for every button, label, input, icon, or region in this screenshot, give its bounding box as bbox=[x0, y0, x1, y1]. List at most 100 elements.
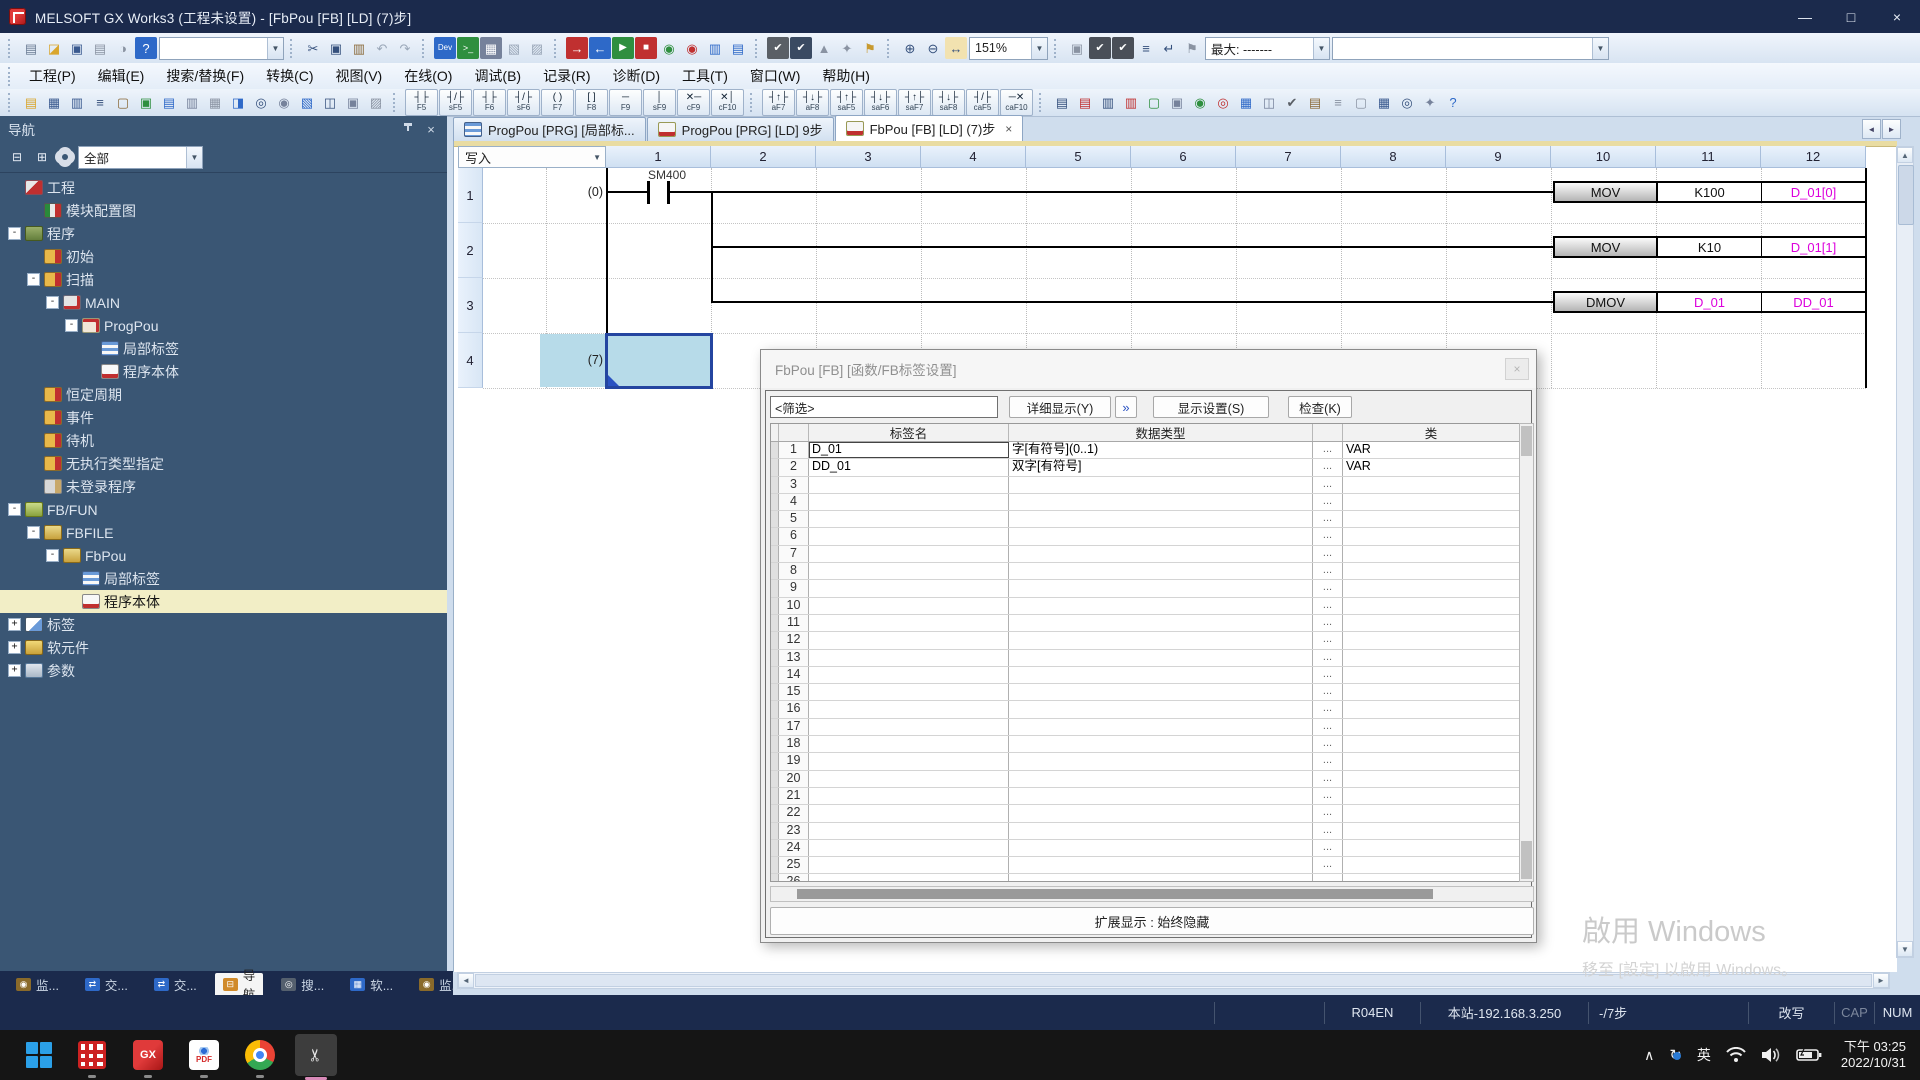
menu-item[interactable]: 搜索/替换(F) bbox=[155, 63, 255, 89]
dialog-vertical-scrollbar[interactable] bbox=[1519, 423, 1534, 882]
menu-item[interactable]: 工程(P) bbox=[18, 63, 87, 89]
label-name-cell[interactable] bbox=[809, 839, 1009, 857]
device-find-icon[interactable]: ◎ bbox=[1396, 92, 1418, 114]
terminal-icon[interactable]: >_ bbox=[457, 37, 479, 59]
tree-filter-combo[interactable]: 全部 ▼ bbox=[78, 145, 203, 169]
redo-icon[interactable]: ↷ bbox=[394, 37, 416, 59]
application-instruction-button[interactable]: [ ] F8 bbox=[575, 89, 608, 116]
tree-expand-toggle[interactable]: - bbox=[46, 296, 59, 309]
instruction-operand[interactable]: D_01 bbox=[1658, 293, 1762, 311]
program-check-icon[interactable]: ✔ bbox=[1281, 92, 1303, 114]
tree-expand-toggle[interactable]: + bbox=[8, 618, 21, 631]
tree-expand-toggle[interactable]: - bbox=[8, 503, 21, 516]
docked-panel-tab[interactable]: ◎ 搜... bbox=[273, 973, 332, 995]
type-browse-button[interactable]: ... bbox=[1313, 632, 1343, 649]
pou-list-icon[interactable]: ▥ bbox=[704, 37, 726, 59]
comment-edit-icon[interactable]: ▤ bbox=[1304, 92, 1326, 114]
label-table-row[interactable]: 7 ... bbox=[771, 545, 1519, 564]
tab-close-icon[interactable]: × bbox=[1005, 122, 1012, 136]
data-type-cell[interactable] bbox=[1009, 545, 1313, 563]
ladder-mode-select[interactable]: 写入 ▼ bbox=[458, 146, 606, 168]
menu-item[interactable]: 帮助(H) bbox=[811, 63, 880, 89]
dialog-close-icon[interactable]: × bbox=[1505, 358, 1529, 380]
expand-options-button[interactable]: » bbox=[1115, 396, 1137, 418]
nav-tree-item[interactable]: 局部标签 bbox=[0, 567, 447, 590]
label-table-row[interactable]: 25 ... bbox=[771, 857, 1519, 875]
tab-scroll-left-icon[interactable]: ◄ bbox=[1862, 119, 1881, 139]
check-program-icon[interactable]: ✔ bbox=[767, 37, 789, 59]
document-tab[interactable]: ProgPou [PRG] [局部标... bbox=[453, 117, 646, 141]
row-selector[interactable] bbox=[771, 528, 779, 545]
label-class-cell[interactable] bbox=[1343, 650, 1519, 666]
label-class-cell[interactable] bbox=[1343, 580, 1519, 596]
write-to-plc-icon[interactable]: → bbox=[566, 37, 588, 59]
note-edit-icon[interactable]: ▢ bbox=[1350, 92, 1372, 114]
tree-expand-toggle[interactable]: - bbox=[27, 526, 40, 539]
label-table-row[interactable]: 20 ... bbox=[771, 770, 1519, 788]
toolbar-grip[interactable] bbox=[750, 93, 756, 112]
wifi-icon[interactable] bbox=[1726, 1047, 1746, 1063]
jump-icon[interactable]: ↵ bbox=[1158, 37, 1180, 59]
label-table-row[interactable]: 8 ... bbox=[771, 563, 1519, 581]
label-table-row[interactable]: 16 ... bbox=[771, 701, 1519, 719]
label-table-row[interactable]: 15 ... bbox=[771, 684, 1519, 702]
watch-stop-icon[interactable]: ◉ bbox=[681, 37, 703, 59]
scroll-up-icon[interactable]: ▲ bbox=[1897, 147, 1913, 163]
nav-tree-item[interactable]: + 标签 bbox=[0, 613, 447, 636]
print-icon[interactable]: ▤ bbox=[89, 37, 111, 59]
label-class-cell[interactable] bbox=[1343, 615, 1519, 631]
label-table-row[interactable]: 14 ... bbox=[771, 666, 1519, 685]
row-selector[interactable] bbox=[771, 493, 779, 511]
flag-icon[interactable]: ⚑ bbox=[1181, 37, 1203, 59]
nav-tree-item[interactable]: 程序本体 bbox=[0, 590, 447, 613]
label-name-cell[interactable] bbox=[809, 493, 1009, 511]
type-browse-button[interactable]: ... bbox=[1313, 857, 1343, 874]
column-header-type[interactable]: 数据类型 bbox=[1009, 424, 1313, 441]
tree-expand-toggle[interactable]: + bbox=[8, 664, 21, 677]
label-name-cell[interactable] bbox=[809, 614, 1009, 632]
type-browse-button[interactable]: ... bbox=[1313, 545, 1343, 563]
label-name-cell[interactable] bbox=[809, 805, 1009, 822]
instruction-operand[interactable]: D_01[0] bbox=[1762, 183, 1865, 201]
label-table-row[interactable]: 2 DD_01 双字[有符号] ... VAR bbox=[771, 459, 1519, 477]
open-project-icon[interactable]: ◪ bbox=[43, 37, 65, 59]
invert-operation-button[interactable]: ┤/├ caF5 bbox=[966, 89, 999, 116]
nav-tree-item[interactable]: + 参数 bbox=[0, 659, 447, 682]
expand-tree-icon[interactable]: ⊞ bbox=[32, 148, 52, 166]
toolbar-grip[interactable] bbox=[554, 38, 560, 58]
or-falling-pulse-button[interactable]: ┤↓├ saF6 bbox=[864, 89, 897, 116]
options-icon[interactable]: ✦ bbox=[1419, 92, 1441, 114]
label-name-cell[interactable] bbox=[809, 632, 1009, 649]
zoom-in-icon[interactable]: ⊕ bbox=[899, 37, 921, 59]
label-table-row[interactable]: 1 D_01 字[有符号](0..1) ... VAR bbox=[771, 442, 1519, 460]
type-browse-button[interactable]: ... bbox=[1313, 805, 1343, 822]
row-selector[interactable] bbox=[771, 770, 779, 787]
document-tab[interactable]: ProgPou [PRG] [LD] 9步 bbox=[646, 117, 834, 141]
nav-tree-item[interactable]: 工程 bbox=[0, 176, 447, 199]
data-type-cell[interactable] bbox=[1009, 580, 1313, 597]
instruction-box[interactable]: MOV K100 D_01[0] bbox=[1553, 181, 1867, 203]
tree-expand-toggle[interactable]: + bbox=[8, 641, 21, 654]
copy-icon[interactable]: ▣ bbox=[325, 37, 347, 59]
scrollbar-thumb[interactable] bbox=[475, 974, 1872, 987]
detail-display-button[interactable]: 详细显示(Y) bbox=[1009, 396, 1111, 418]
label-name-cell[interactable] bbox=[809, 476, 1009, 493]
label-class-cell[interactable] bbox=[1343, 701, 1519, 717]
label-class-cell[interactable] bbox=[1343, 753, 1519, 769]
type-browse-button[interactable]: ... bbox=[1313, 822, 1343, 839]
instruction-operand[interactable]: K10 bbox=[1658, 238, 1762, 256]
label-class-cell[interactable] bbox=[1343, 477, 1519, 493]
zoom-header-icon[interactable]: ◨ bbox=[227, 92, 249, 114]
menu-item[interactable]: 转换(C) bbox=[255, 63, 324, 89]
device-display-icon[interactable]: ▣ bbox=[135, 92, 157, 114]
row-selector[interactable] bbox=[771, 459, 779, 476]
nav-tree-item[interactable]: 模块配置图 bbox=[0, 199, 447, 222]
close-panel-button[interactable]: × bbox=[423, 122, 439, 137]
tab-scroll-right-icon[interactable]: ► bbox=[1882, 119, 1901, 139]
data-type-cell[interactable] bbox=[1009, 839, 1313, 857]
type-browse-button[interactable]: ... bbox=[1313, 874, 1343, 881]
label-class-cell[interactable] bbox=[1343, 598, 1519, 614]
nav-tree-item[interactable]: 局部标签 bbox=[0, 337, 447, 360]
type-browse-button[interactable]: ... bbox=[1313, 666, 1343, 684]
label-name-cell[interactable] bbox=[809, 736, 1009, 753]
